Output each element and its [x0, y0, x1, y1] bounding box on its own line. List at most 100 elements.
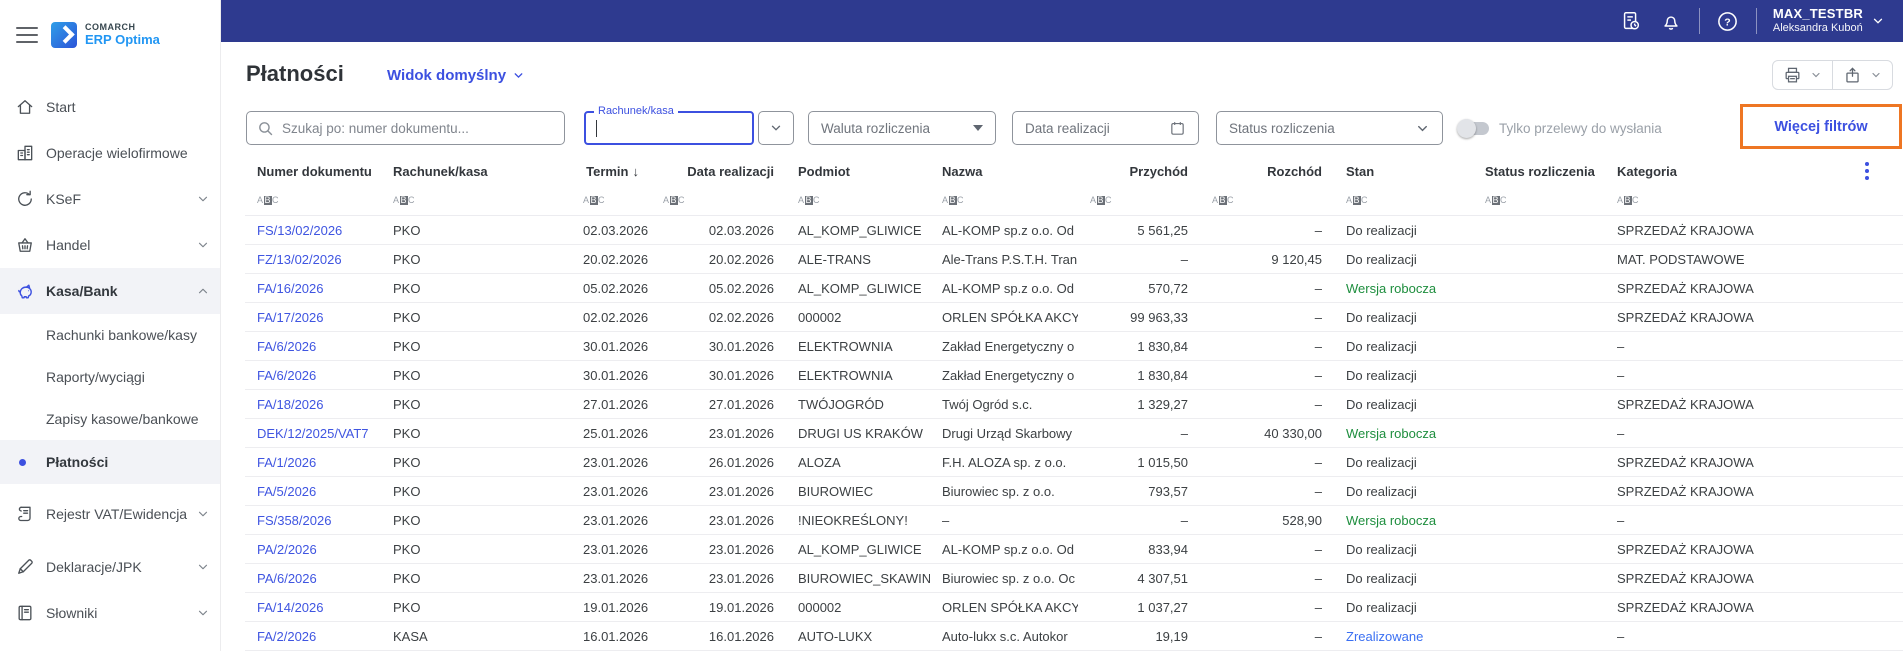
- column-header-numer[interactable]: Numer dokumentu: [245, 164, 381, 179]
- notifications-bell-icon[interactable]: [1659, 9, 1683, 33]
- sidebar-item-kasa-bank[interactable]: Kasa/Bank: [0, 268, 220, 314]
- document-link[interactable]: FA/14/2026: [257, 600, 324, 615]
- column-header-przychod[interactable]: Przychód: [1078, 164, 1200, 179]
- search-input[interactable]: [282, 120, 554, 136]
- table-row[interactable]: FA/6/2026 PKO 30.01.2026 30.01.2026 ELEKTROW…: [245, 361, 1903, 390]
- table-row[interactable]: FA/2/2026 KASA 16.01.2026 16.01.2026 AUTO-LU…: [245, 622, 1903, 651]
- table-row[interactable]: FA/18/2026 PKO 27.01.2026 27.01.2026 TWÓJOGR…: [245, 390, 1903, 419]
- document-link[interactable]: FA/18/2026: [257, 397, 324, 412]
- date-filter-field[interactable]: Data realizacji: [1012, 111, 1199, 145]
- cell-numer[interactable]: FA/14/2026: [245, 600, 381, 615]
- document-link[interactable]: FA/1/2026: [257, 455, 316, 470]
- sidebar-item-handel[interactable]: Handel: [0, 222, 220, 268]
- text-filter-rozchod[interactable]: ABC: [1200, 196, 1334, 205]
- sidebar-item-rachunki-bankowe-kasy[interactable]: Rachunki bankowe/kasy: [0, 314, 220, 356]
- document-link[interactable]: FA/6/2026: [257, 368, 316, 383]
- column-header-stan[interactable]: Stan: [1334, 164, 1473, 179]
- cell-data_realizacji: 23.01.2026: [708, 570, 774, 586]
- export-button[interactable]: [1832, 61, 1892, 89]
- cell-numer[interactable]: FA/6/2026: [245, 339, 381, 354]
- cell-numer[interactable]: FA/2/2026: [245, 629, 381, 644]
- document-link[interactable]: FA/17/2026: [257, 310, 324, 325]
- text-filter-termin[interactable]: ABC: [571, 196, 651, 205]
- table-row[interactable]: PA/6/2026 PKO 23.01.2026 23.01.2026 BIUROWIE…: [245, 564, 1903, 593]
- column-header-podmiot[interactable]: Podmiot: [786, 164, 930, 179]
- table-row[interactable]: FA/14/2026 PKO 19.01.2026 19.01.2026 000002 O…: [245, 593, 1903, 622]
- cell-numer[interactable]: DEK/12/2025/VAT7: [245, 426, 381, 441]
- document-link[interactable]: FA/2/2026: [257, 629, 316, 644]
- column-menu-button[interactable]: [1830, 162, 1903, 180]
- text-filter-numer[interactable]: ABC: [245, 196, 381, 205]
- document-link[interactable]: FA/6/2026: [257, 339, 316, 354]
- sidebar-item-deklaracje-jpk[interactable]: Deklaracje/JPK: [0, 544, 220, 590]
- more-filters-button[interactable]: Więcej filtrów: [1740, 104, 1902, 149]
- text-filter-kategoria[interactable]: ABC: [1605, 196, 1830, 205]
- document-link[interactable]: FS/358/2026: [257, 513, 331, 528]
- table-row[interactable]: FZ/13/02/2026 PKO 20.02.2026 20.02.2026 ALE-…: [245, 245, 1903, 274]
- toggle-track[interactable]: [1457, 118, 1489, 138]
- help-icon[interactable]: ?: [1716, 9, 1740, 33]
- column-header-status_rozliczenia[interactable]: Status rozliczenia: [1473, 164, 1605, 179]
- document-link[interactable]: FZ/13/02/2026: [257, 252, 342, 267]
- text-filter-stan[interactable]: ABC: [1334, 196, 1473, 205]
- column-header-rozchod[interactable]: Rozchód: [1200, 164, 1334, 179]
- cell-numer[interactable]: FA/18/2026: [245, 397, 381, 412]
- menu-hamburger-icon[interactable]: [16, 27, 38, 43]
- account-filter-field[interactable]: Rachunek/kasa: [584, 105, 754, 145]
- cell-numer[interactable]: FZ/13/02/2026: [245, 252, 381, 267]
- document-link[interactable]: FA/5/2026: [257, 484, 316, 499]
- currency-filter-select[interactable]: Waluta rozliczenia: [808, 111, 996, 145]
- cell-numer[interactable]: PA/6/2026: [245, 571, 381, 586]
- column-header-data_realizacji[interactable]: Data realizacji: [651, 164, 786, 179]
- table-row[interactable]: FS/13/02/2026 PKO 02.03.2026 02.03.2026 AL_K…: [245, 216, 1903, 245]
- cell-numer[interactable]: FS/358/2026: [245, 513, 381, 528]
- text-filter-nazwa[interactable]: ABC: [930, 196, 1078, 205]
- table-row[interactable]: PA/2/2026 PKO 23.01.2026 23.01.2026 AL_KOMP_…: [245, 535, 1903, 564]
- sidebar-item-platnosci[interactable]: Płatności: [0, 440, 220, 484]
- sidebar-item-zapisy-kasowe-bankowe[interactable]: Zapisy kasowe/bankowe: [0, 398, 220, 440]
- table-row[interactable]: FA/6/2026 PKO 30.01.2026 30.01.2026 ELEKTROW…: [245, 332, 1903, 361]
- document-link[interactable]: FS/13/02/2026: [257, 223, 342, 238]
- table-row[interactable]: FA/17/2026 PKO 02.02.2026 02.02.2026 000002 O…: [245, 303, 1903, 332]
- column-header-termin[interactable]: Termin ↓: [571, 164, 651, 179]
- transfers-only-toggle[interactable]: Tylko przelewy do wysłania: [1457, 111, 1662, 145]
- text-filter-podmiot[interactable]: ABC: [786, 196, 930, 205]
- report-icon[interactable]: [1619, 9, 1643, 33]
- table-row[interactable]: FS/358/2026 PKO 23.01.2026 23.01.2026 !NIEOK…: [245, 506, 1903, 535]
- document-link[interactable]: PA/6/2026: [257, 571, 317, 586]
- text-filter-rachunek[interactable]: ABC: [381, 196, 571, 205]
- view-selector[interactable]: Widok domyślny: [387, 67, 525, 84]
- document-link[interactable]: DEK/12/2025/VAT7: [257, 426, 369, 441]
- cell-numer[interactable]: FA/1/2026: [245, 455, 381, 470]
- user-menu[interactable]: MAX_TESTBR Aleksandra Kuboń: [1773, 6, 1885, 35]
- table-row[interactable]: FA/1/2026 PKO 23.01.2026 26.01.2026 ALOZA F.H…: [245, 448, 1903, 477]
- table-row[interactable]: FA/5/2026 PKO 23.01.2026 23.01.2026 BIUROWIE…: [245, 477, 1903, 506]
- sidebar-item-ksef[interactable]: KSeF: [0, 176, 220, 222]
- table-row[interactable]: FA/16/2026 PKO 05.02.2026 05.02.2026 AL_KOMP…: [245, 274, 1903, 303]
- text-filter-przychod[interactable]: ABC: [1078, 196, 1200, 205]
- sidebar-item-slowniki[interactable]: Słowniki: [0, 590, 220, 636]
- settlement-status-filter-select[interactable]: Status rozliczenia: [1216, 111, 1443, 145]
- document-link[interactable]: FA/16/2026: [257, 281, 324, 296]
- column-header-rachunek[interactable]: Rachunek/kasa: [381, 164, 571, 179]
- column-header-nazwa[interactable]: Nazwa: [930, 164, 1078, 179]
- text-filter-data_realizacji[interactable]: ABC: [651, 196, 786, 205]
- sidebar-item-raporty-wyciagi[interactable]: Raporty/wyciągi: [0, 356, 220, 398]
- print-button[interactable]: [1773, 61, 1832, 89]
- cell-numer[interactable]: FA/17/2026: [245, 310, 381, 325]
- sidebar-item-start[interactable]: Start: [0, 84, 220, 130]
- cell-numer[interactable]: FA/6/2026: [245, 368, 381, 383]
- sidebar-item-operacje-wielofirmowe[interactable]: Operacje wielofirmowe: [0, 130, 220, 176]
- cell-numer[interactable]: FA/5/2026: [245, 484, 381, 499]
- table-row[interactable]: DEK/12/2025/VAT7 PKO 25.01.2026 23.01.2026 D…: [245, 419, 1903, 448]
- cell-numer[interactable]: PA/2/2026: [245, 542, 381, 557]
- text-filter-status_rozliczenia[interactable]: ABC: [1473, 196, 1605, 205]
- search-box[interactable]: [246, 111, 565, 145]
- cell-numer[interactable]: FA/16/2026: [245, 281, 381, 296]
- column-header-kategoria[interactable]: Kategoria: [1605, 164, 1830, 179]
- account-filter-dropdown-button[interactable]: [758, 111, 794, 145]
- sidebar-item-rejestr-vat-ewidencja[interactable]: Rejestr VAT/Ewidencja: [0, 484, 220, 544]
- document-link[interactable]: PA/2/2026: [257, 542, 317, 557]
- cell-numer[interactable]: FS/13/02/2026: [245, 223, 381, 238]
- cell-kategoria: SPRZEDAŻ KRAJOWA: [1617, 570, 1754, 586]
